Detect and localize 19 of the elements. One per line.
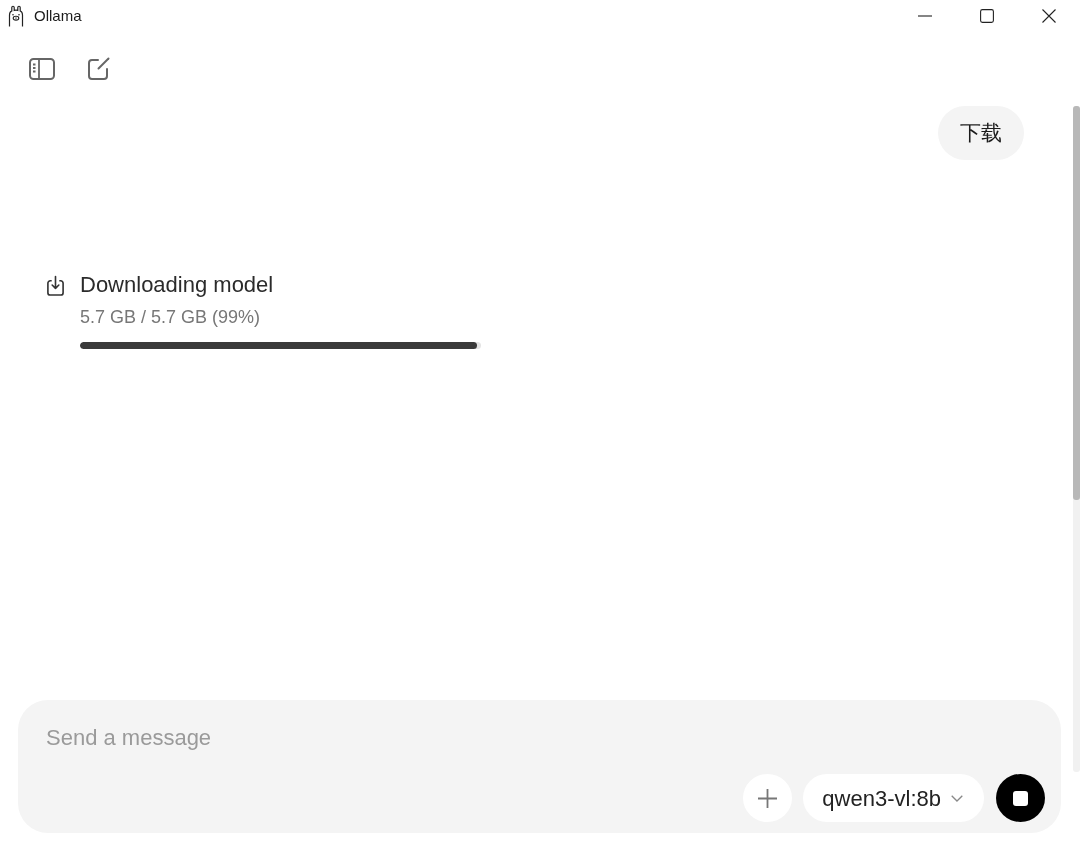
edit-icon (86, 57, 110, 81)
close-icon (1042, 9, 1056, 23)
llama-logo-icon (8, 5, 24, 27)
user-message-bubble: 下载 (938, 106, 1024, 160)
chevron-down-icon (951, 794, 963, 802)
sidebar-icon (29, 58, 55, 80)
scrollbar-thumb[interactable] (1073, 106, 1080, 500)
message-composer[interactable]: Send a message qwen3-vl:8b (18, 700, 1061, 833)
plus-icon (758, 788, 778, 808)
maximize-icon (980, 9, 994, 23)
model-selector[interactable]: qwen3-vl:8b (803, 774, 984, 822)
message-input[interactable]: Send a message (46, 724, 1045, 760)
window-title: Ollama (34, 5, 82, 26)
download-progress-text: 5.7 GB / 5.7 GB (99%) (80, 306, 262, 329)
download-title: Downloading model (80, 271, 275, 299)
download-icon (46, 275, 65, 297)
stop-button[interactable] (996, 774, 1045, 822)
minimize-icon (918, 15, 932, 17)
stop-icon (1013, 790, 1028, 806)
